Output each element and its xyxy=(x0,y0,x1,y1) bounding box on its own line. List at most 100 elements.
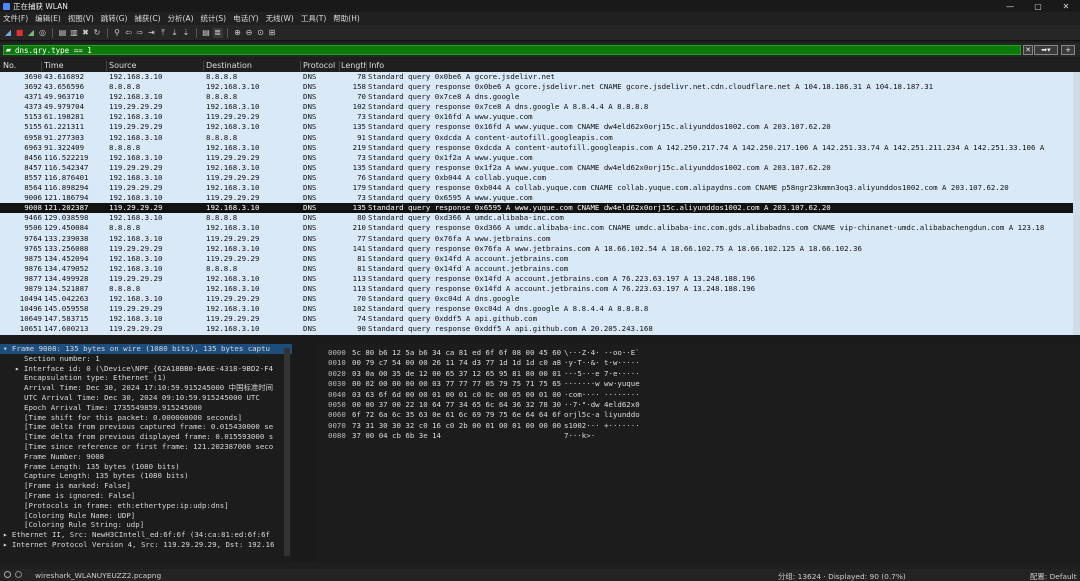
detail-tree-item[interactable]: [Frame is marked: False] xyxy=(0,481,292,491)
display-filter-text[interactable]: dns.qry.type == 1 xyxy=(13,46,92,55)
go-first-icon[interactable]: ⤒ xyxy=(158,28,168,38)
detail-tree-item[interactable]: [Frame is ignored: False] xyxy=(0,491,292,501)
packet-row[interactable]: 5155 61.221311 119.29.29.29 192.168.3.10 DNS… xyxy=(0,122,1080,132)
packet-row[interactable]: 9006 121.186794 192.168.3.10 119.29.29.29 DN… xyxy=(0,193,1080,203)
save-file-icon[interactable]: ▥ xyxy=(69,28,79,38)
autoscroll-icon[interactable]: ⇣ xyxy=(181,28,191,38)
menu-edit[interactable]: 编辑(E) xyxy=(35,13,61,24)
packet-row[interactable]: 9764 133.239038 192.168.3.10 119.29.29.29 DN… xyxy=(0,234,1080,244)
packet-row[interactable]: 6958 91.277303 192.168.3.10 8.8.8.8 DNS 91 Sta… xyxy=(0,133,1080,143)
resize-columns-icon[interactable]: ⊞ xyxy=(267,28,277,38)
restart-capture-icon[interactable]: ◢ xyxy=(26,28,36,38)
packet-row[interactable]: 8564 116.898294 119.29.29.29 192.168.3.10 DN… xyxy=(0,183,1080,193)
packet-row[interactable]: 6963 91.322409 8.8.8.8 192.168.3.10 DNS 219 St… xyxy=(0,143,1080,153)
profile-name[interactable]: 配置: Default xyxy=(1030,571,1077,581)
packet-row[interactable]: 3690 43.616892 192.168.3.10 8.8.8.8 DNS 78 Sta… xyxy=(0,72,1080,82)
detail-tree-item[interactable]: [Time since reference or first frame: 12… xyxy=(0,442,292,452)
collapsed-arrow-icon[interactable]: ▸ xyxy=(15,364,24,373)
detail-tree-item[interactable]: [Coloring Rule Name: UDP] xyxy=(0,511,292,521)
detail-tree-item[interactable]: Capture Length: 135 bytes (1080 bits) xyxy=(0,471,292,481)
detail-tree-item[interactable]: Epoch Arrival Time: 1735549859.915245000 xyxy=(0,403,292,413)
detail-tree-item[interactable]: ▸ Internet Protocol Version 4, Src: 119.… xyxy=(0,540,292,550)
menu-view[interactable]: 视图(V) xyxy=(68,13,94,24)
packet-row[interactable]: 8457 116.542347 119.29.29.29 192.168.3.10 DN… xyxy=(0,163,1080,173)
detail-tree-item[interactable]: Section number: 1 xyxy=(0,354,292,364)
go-last-icon[interactable]: ⤓ xyxy=(170,28,180,38)
menu-statistics[interactable]: 统计(S) xyxy=(201,13,227,24)
details-scrollbar[interactable] xyxy=(284,348,290,556)
packet-row[interactable]: 9875 134.452094 192.168.3.10 119.29.29.29 DN… xyxy=(0,254,1080,264)
capture-options-icon[interactable]: ◎ xyxy=(38,28,48,38)
capture-comment-icon[interactable] xyxy=(15,571,22,578)
detail-tree-item[interactable]: Arrival Time: Dec 30, 2024 17:10:59.9152… xyxy=(0,383,292,393)
detail-tree-item[interactable]: [Protocols in frame: eth:ethertype:ip:ud… xyxy=(0,501,292,511)
packet-row[interactable]: 10651 147.600213 119.29.29.29 192.168.3.10 D… xyxy=(0,324,1080,334)
column-header-info[interactable]: Info xyxy=(369,61,384,70)
packet-row[interactable]: 10649 147.583715 192.168.3.10 119.29.29.29 D… xyxy=(0,314,1080,324)
auto-scroll-live-icon[interactable]: ≣ xyxy=(212,27,223,38)
packet-row[interactable]: 8557 116.876401 192.168.3.10 119.29.29.29 DN… xyxy=(0,173,1080,183)
expanded-arrow-icon[interactable]: ▾ xyxy=(3,344,12,353)
column-header-time[interactable]: Time xyxy=(44,61,64,70)
go-back-icon[interactable]: ⇦ xyxy=(124,28,134,38)
collapsed-arrow-icon[interactable]: ▸ xyxy=(3,540,12,549)
zoom-normal-icon[interactable]: ⊙ xyxy=(256,28,266,38)
packet-row[interactable]: 9876 134.479052 192.168.3.10 8.8.8.8 DNS 81 St… xyxy=(0,264,1080,274)
zoom-out-icon[interactable]: ⊖ xyxy=(244,28,254,38)
packet-row[interactable]: 5153 61.198281 192.168.3.10 119.29.29.29 DNS… xyxy=(0,112,1080,122)
column-header-no[interactable]: No. xyxy=(3,61,16,70)
column-header-source[interactable]: Source xyxy=(109,61,136,70)
maximize-button[interactable]: ▢ xyxy=(1024,0,1052,12)
close-file-icon[interactable]: ✖ xyxy=(81,28,91,38)
menu-tools[interactable]: 工具(T) xyxy=(301,13,326,24)
column-header-destination[interactable]: Destination xyxy=(206,61,252,70)
packet-row[interactable]: 8456 116.522219 192.168.3.10 119.29.29.29 DN… xyxy=(0,153,1080,163)
vertical-splitter[interactable] xyxy=(292,344,316,562)
reload-icon[interactable]: ↻ xyxy=(92,28,102,38)
display-filter-input[interactable]: ▰ dns.qry.type == 1 xyxy=(3,45,1021,55)
detail-tree-item[interactable]: ▾ Frame 9008: 135 bytes on wire (1080 bi… xyxy=(0,344,292,354)
packet-row[interactable]: 4371 49.963710 192.168.3.10 8.8.8.8 DNS 70 Sta… xyxy=(0,92,1080,102)
column-header-length[interactable]: Length xyxy=(341,61,367,70)
go-to-packet-icon[interactable]: ⇥ xyxy=(147,28,157,38)
menu-go[interactable]: 跳转(G) xyxy=(101,13,128,24)
packet-row[interactable]: 9877 134.499928 119.29.29.29 192.168.3.10 DN… xyxy=(0,274,1080,284)
expert-info-icon[interactable] xyxy=(4,571,11,578)
packet-row[interactable]: 3692 43.656596 8.8.8.8 192.168.3.10 DNS 158 St… xyxy=(0,82,1080,92)
menu-file[interactable]: 文件(F) xyxy=(3,13,28,24)
detail-tree-item[interactable]: UTC Arrival Time: Dec 30, 2024 09:10:59.… xyxy=(0,393,292,403)
detail-tree-item[interactable]: [Time delta from previous displayed fram… xyxy=(0,432,292,442)
packet-row[interactable]: 4373 49.979704 119.29.29.29 192.168.3.10 DNS… xyxy=(0,102,1080,112)
column-header-protocol[interactable]: Protocol xyxy=(303,61,335,70)
menu-capture[interactable]: 捕获(C) xyxy=(134,13,160,24)
detail-tree-item[interactable]: Frame Number: 9008 xyxy=(0,452,292,462)
collapsed-arrow-icon[interactable]: ▸ xyxy=(3,530,12,539)
zoom-in-icon[interactable]: ⊕ xyxy=(233,28,243,38)
apply-filter-button[interactable]: ➡▾ xyxy=(1034,45,1058,55)
clear-filter-button[interactable]: ✕ xyxy=(1023,45,1033,55)
packet-row[interactable]: 10496 145.059558 119.29.29.29 192.168.3.10 D… xyxy=(0,304,1080,314)
bookmark-icon[interactable]: ▰ xyxy=(4,46,13,54)
detail-tree-item[interactable]: ▸ Ethernet II, Src: NewH3CIntell_ed:6f:6… xyxy=(0,530,292,540)
stop-capture-icon[interactable]: ■ xyxy=(15,28,25,38)
packet-row[interactable]: 9765 133.256088 119.29.29.29 192.168.3.10 DN… xyxy=(0,244,1080,254)
detail-tree-item[interactable]: Frame Length: 135 bytes (1080 bits) xyxy=(0,462,292,472)
shark-fin-start-icon[interactable]: ◢ xyxy=(3,28,13,38)
find-packet-icon[interactable]: ⚲ xyxy=(112,28,122,38)
detail-tree-item[interactable]: [Time shift for this packet: 0.000000000… xyxy=(0,413,292,423)
menu-analyze[interactable]: 分析(A) xyxy=(168,13,194,24)
detail-tree-item[interactable]: Encapsulation type: Ethernet (1) xyxy=(0,373,292,383)
colorize-icon[interactable]: ▤ xyxy=(201,28,211,38)
menu-wireless[interactable]: 无线(W) xyxy=(266,13,294,24)
detail-tree-item[interactable]: [Coloring Rule String: udp] xyxy=(0,520,292,530)
close-button[interactable]: ✕ xyxy=(1052,0,1080,12)
packet-row[interactable]: 9506 129.450084 8.8.8.8 192.168.3.10 DNS 210 S… xyxy=(0,223,1080,233)
menu-help[interactable]: 帮助(H) xyxy=(333,13,360,24)
packet-list-scrollbar[interactable] xyxy=(1073,72,1080,335)
packet-row[interactable]: 9008 121.202387 119.29.29.29 192.168.3.10 DN… xyxy=(0,203,1080,214)
menu-telephony[interactable]: 电话(Y) xyxy=(233,13,258,24)
go-forward-icon[interactable]: ⇨ xyxy=(135,28,145,38)
pane-splitter[interactable] xyxy=(0,335,1080,344)
detail-tree-item[interactable]: [Time delta from previous captured frame… xyxy=(0,422,292,432)
add-filter-button[interactable]: + xyxy=(1061,45,1075,55)
